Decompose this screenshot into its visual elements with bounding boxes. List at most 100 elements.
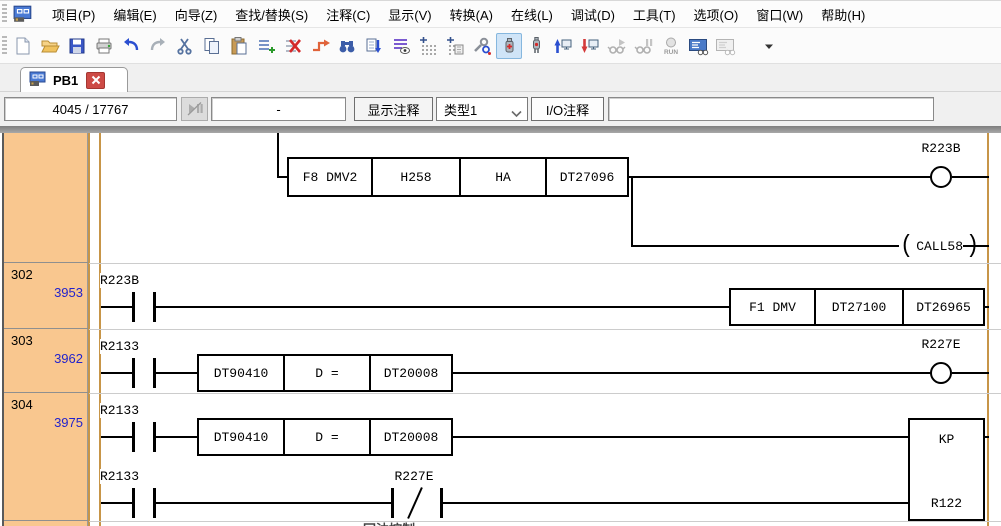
rung-number: 304: [11, 397, 33, 412]
redo-icon[interactable]: [145, 33, 171, 59]
monitor-toggle-button[interactable]: [181, 97, 208, 121]
instruction-cell[interactable]: D =: [283, 356, 369, 390]
online-edit-icon[interactable]: [496, 33, 522, 59]
output-coil-r227e[interactable]: [930, 362, 952, 384]
cut-icon[interactable]: [172, 33, 198, 59]
device-monitor-icon[interactable]: [712, 33, 738, 59]
instruction-cell[interactable]: DT90410: [199, 420, 283, 454]
paste-icon[interactable]: [226, 33, 252, 59]
menu-help[interactable]: 帮助(H): [812, 1, 874, 28]
instruction-f8-dmv2[interactable]: F8 DMV2 H258 HA DT27096: [287, 157, 629, 197]
io-grid-1-icon[interactable]: [415, 33, 441, 59]
wire: [156, 436, 197, 438]
menu-find-replace[interactable]: 查找/替换(S): [226, 1, 317, 28]
contact-not-r227e[interactable]: [391, 488, 394, 518]
undo-icon[interactable]: [118, 33, 144, 59]
menu-comment[interactable]: 注释(C): [317, 1, 379, 28]
menubar-gripper[interactable]: [2, 4, 7, 24]
gutter-cell: [4, 133, 90, 263]
tab-close-icon[interactable]: [86, 72, 105, 89]
menu-convert[interactable]: 转换(A): [441, 1, 502, 28]
find-icon[interactable]: [334, 33, 360, 59]
gutter-cell-303[interactable]: 303 3962: [4, 329, 90, 393]
comment-display-icon[interactable]: [388, 33, 414, 59]
step-position-field[interactable]: 4045 / 17767: [4, 97, 177, 121]
instruction-cell[interactable]: HA: [459, 159, 545, 195]
copy-icon[interactable]: [199, 33, 225, 59]
instruction-cell[interactable]: DT27096: [545, 159, 627, 195]
offline-edit-icon[interactable]: [523, 33, 549, 59]
monitor-stop-icon[interactable]: [631, 33, 657, 59]
output-coil-r223b[interactable]: [930, 166, 952, 188]
rung-step-address: 3975: [54, 415, 83, 430]
convert-program-icon[interactable]: [361, 33, 387, 59]
save-icon[interactable]: [64, 33, 90, 59]
gutter-cell-304[interactable]: 304 3975: [4, 393, 90, 521]
rung-number: 302: [11, 267, 33, 282]
menu-tools[interactable]: 工具(T): [624, 1, 685, 28]
toolbar-more-icon[interactable]: [762, 33, 776, 59]
status-monitor-icon[interactable]: [685, 33, 711, 59]
menu-window[interactable]: 窗口(W): [747, 1, 812, 28]
toolbar-gripper[interactable]: [2, 36, 7, 56]
comment-type-value: 类型1: [444, 100, 477, 119]
io-comment-input[interactable]: [608, 97, 934, 121]
comment-type-select[interactable]: 类型1: [436, 97, 528, 121]
download-to-plc-icon[interactable]: [577, 33, 603, 59]
rung-separator: [89, 521, 1001, 522]
io-grid-2-icon[interactable]: [442, 33, 468, 59]
instruction-cell[interactable]: F1 DMV: [731, 290, 814, 324]
wire: [631, 176, 633, 247]
instruction-cell[interactable]: H258: [371, 159, 459, 195]
monitor-go-icon[interactable]: [604, 33, 630, 59]
call-label: CALL58: [916, 239, 963, 254]
gutter-cell-302[interactable]: 302 3953: [4, 263, 90, 329]
menu-online[interactable]: 在线(L): [502, 1, 562, 28]
instruction-compare-304[interactable]: DT90410 D = DT20008: [197, 418, 453, 456]
wire: [156, 502, 392, 504]
wire: [277, 133, 279, 178]
upload-from-plc-icon[interactable]: [550, 33, 576, 59]
menu-debug[interactable]: 调试(D): [562, 1, 624, 28]
insert-row-icon[interactable]: [253, 33, 279, 59]
tab-pb1[interactable]: PB1: [20, 67, 128, 92]
search-tool-icon[interactable]: [469, 33, 495, 59]
chevron-down-icon: [511, 106, 522, 121]
show-comment-button[interactable]: 显示注释: [354, 97, 433, 121]
menu-wizard[interactable]: 向导(Z): [166, 1, 227, 28]
instruction-cell[interactable]: DT27100: [814, 290, 902, 324]
wire: [156, 306, 729, 308]
instruction-cell[interactable]: DT20008: [369, 420, 451, 454]
print-icon[interactable]: [91, 33, 117, 59]
instruction-cell[interactable]: DT20008: [369, 356, 451, 390]
coil-label: R227E: [911, 337, 971, 352]
contact-label: R2133: [100, 339, 139, 354]
register-value-field[interactable]: -: [211, 97, 346, 121]
instruction-cell[interactable]: D =: [283, 420, 369, 454]
rung-separator: [89, 393, 1001, 394]
delete-row-icon[interactable]: [280, 33, 306, 59]
menu-edit[interactable]: 编辑(E): [104, 1, 165, 28]
instruction-cell[interactable]: F8 DMV2: [289, 159, 371, 195]
menu-options[interactable]: 选项(O): [685, 1, 748, 28]
io-comment-button[interactable]: I/O注释: [531, 97, 604, 121]
program-block-icon: [29, 71, 47, 90]
menu-view[interactable]: 显示(V): [379, 1, 440, 28]
menu-project[interactable]: 项目(P): [43, 1, 104, 28]
instruction-compare-303[interactable]: DT90410 D = DT20008: [197, 354, 453, 392]
contact-r2133[interactable]: [132, 422, 135, 452]
wire: [453, 436, 908, 438]
contact-r2133[interactable]: [132, 358, 135, 388]
instruction-cell[interactable]: DT26965: [902, 290, 983, 324]
contact-r2133[interactable]: [132, 488, 135, 518]
run-mode-icon[interactable]: RUN: [658, 33, 684, 59]
contact-not-slash: [407, 487, 423, 519]
contact-r223b[interactable]: [132, 292, 135, 322]
open-file-icon[interactable]: [37, 33, 63, 59]
route-icon[interactable]: [307, 33, 333, 59]
keep-instruction-block[interactable]: KP R122: [908, 418, 985, 521]
instruction-cell[interactable]: DT90410: [199, 356, 283, 390]
instruction-f1-dmv[interactable]: F1 DMV DT27100 DT26965: [729, 288, 985, 326]
new-file-icon[interactable]: [10, 33, 36, 59]
rung-gutter: 302 3953 303 3962 304 3975: [2, 133, 88, 526]
